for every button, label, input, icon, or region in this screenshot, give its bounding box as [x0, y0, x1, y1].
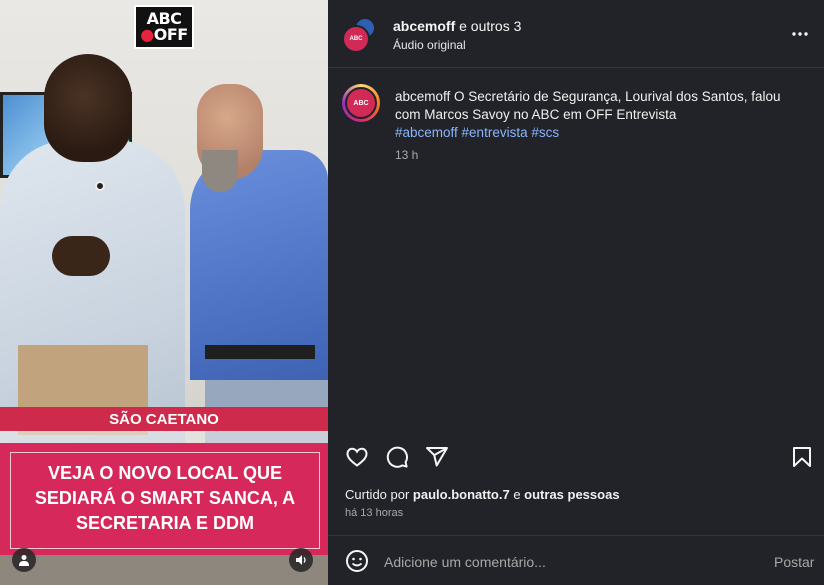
- caption-avatar-image: ABC: [345, 87, 377, 119]
- caption-hashtags[interactable]: #abcemoff #entrevista #scs: [395, 125, 559, 140]
- share-icon: [426, 447, 448, 467]
- floor: [0, 555, 328, 585]
- header-usernames[interactable]: abcemoff e outros 3: [393, 18, 521, 34]
- header-others[interactable]: e outros 3: [459, 18, 521, 34]
- save-button[interactable]: [789, 444, 815, 470]
- share-button[interactable]: [424, 444, 450, 470]
- post-caption: abcemoff O Secretário de Segurança, Lour…: [395, 88, 795, 142]
- tagged-users-button[interactable]: [12, 548, 36, 572]
- heart-icon: [346, 447, 368, 467]
- collab-avatars[interactable]: ABC: [342, 17, 376, 53]
- action-bar: [328, 440, 824, 474]
- location-ribbon: SÃO CAETANO: [0, 407, 328, 431]
- audio-label[interactable]: Áudio original: [393, 38, 466, 52]
- headline-line-2: SEDIARÁ O SMART SANCA, A: [34, 488, 296, 508]
- audio-toggle-button[interactable]: [289, 548, 313, 572]
- more-options-button[interactable]: [788, 22, 812, 46]
- liked-others[interactable]: outras pessoas: [524, 487, 619, 502]
- liked-user[interactable]: paulo.bonatto.7: [413, 487, 510, 502]
- person-left-hand: [52, 236, 110, 276]
- post-media[interactable]: ABC ●OFF SÃO CAETANO VEJA O NOVO LOCAL Q…: [0, 0, 328, 585]
- abc-em-off-logo: ABC ●OFF: [134, 5, 194, 49]
- post-timestamp[interactable]: há 13 horas: [345, 507, 403, 519]
- post-details-panel: ABC abcemoff e outros 3 Áudio original A…: [328, 0, 824, 585]
- comment-button[interactable]: [384, 444, 410, 470]
- comment-icon: [386, 446, 408, 468]
- caption-avatar[interactable]: ABC: [342, 84, 380, 122]
- liked-by: Curtido por paulo.bonatto.7 e outras pes…: [345, 487, 620, 502]
- post-header: ABC abcemoff e outros 3 Áudio original: [328, 0, 824, 68]
- caption-text: O Secretário de Segurança, Lourival dos …: [395, 89, 781, 122]
- collab-avatar-front: ABC: [342, 25, 370, 53]
- headline-text: VEJA O NOVO LOCAL QUE SEDIARÁ O SMART SA…: [10, 461, 320, 536]
- headline-line-1: VEJA O NOVO LOCAL QUE: [47, 463, 283, 483]
- person-right-belt: [205, 345, 315, 359]
- logo-line2: ●OFF: [140, 25, 188, 44]
- audio-icon: [296, 555, 306, 565]
- comment-input[interactable]: [384, 551, 744, 573]
- header-username[interactable]: abcemoff: [393, 18, 455, 34]
- user-tag-icon: [19, 555, 29, 566]
- person-right-beard: [202, 150, 238, 192]
- like-button[interactable]: [344, 444, 370, 470]
- ribbon-spacer: [0, 431, 328, 443]
- more-icon: [792, 32, 808, 36]
- post-comment-button[interactable]: Postar: [774, 554, 814, 570]
- caption-username[interactable]: abcemoff: [395, 89, 450, 104]
- bookmark-icon: [793, 447, 811, 467]
- liked-middle: e: [509, 487, 525, 502]
- person-left-head: [44, 54, 132, 162]
- liked-prefix: Curtido por: [345, 487, 413, 502]
- emoji-icon: [346, 550, 368, 572]
- emoji-button[interactable]: [345, 549, 369, 573]
- comment-bar: Postar: [328, 535, 824, 585]
- lapel-mic: [95, 181, 105, 191]
- headline-line-3: SECRETARIA E DDM: [75, 513, 254, 533]
- caption-time: 13 h: [395, 148, 419, 162]
